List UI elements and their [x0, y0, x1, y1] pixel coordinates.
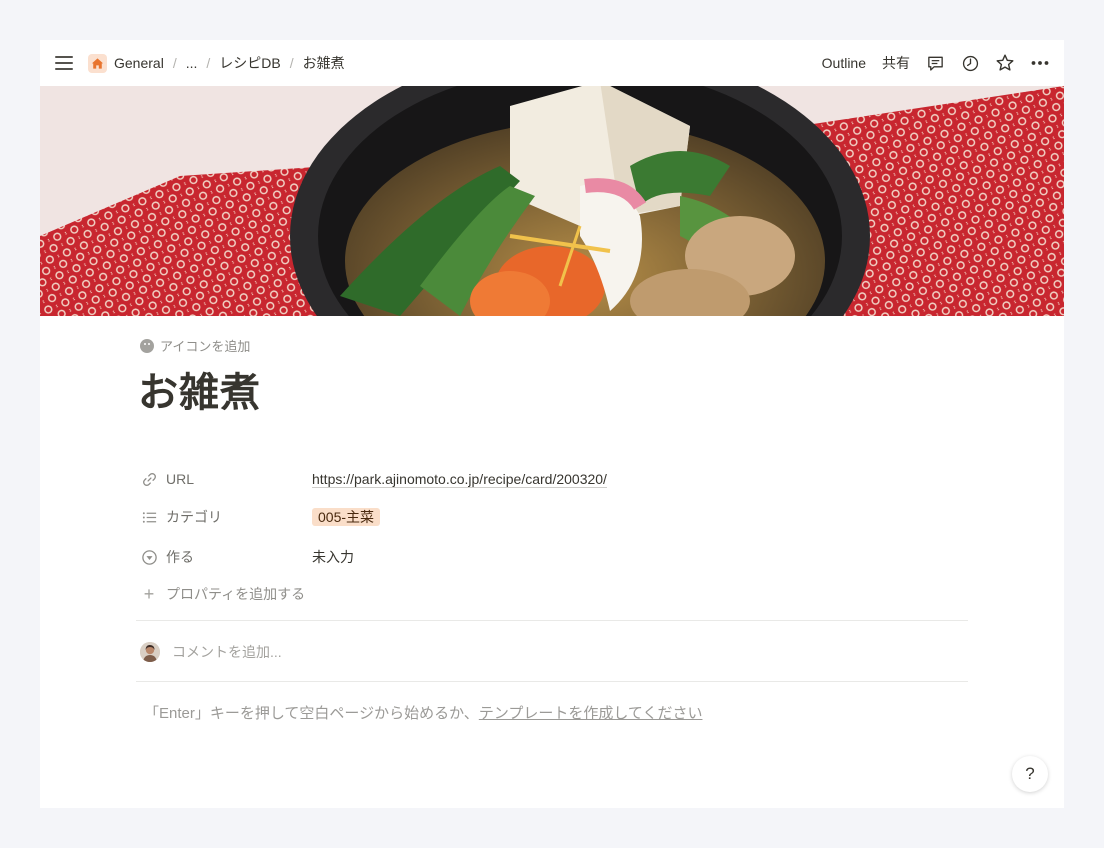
- property-row-make[interactable]: 作る 未入力: [140, 544, 960, 570]
- property-name-make[interactable]: 作る: [140, 547, 312, 567]
- url-value-link[interactable]: https://park.ajinomoto.co.jp/recipe/card…: [312, 471, 607, 488]
- help-button[interactable]: ?: [1012, 756, 1048, 792]
- create-template-link[interactable]: テンプレートを作成してください: [479, 705, 703, 722]
- comment-placeholder: コメントを追加...: [172, 644, 282, 660]
- breadcrumb-item-recipe-db[interactable]: レシピDB: [219, 53, 280, 73]
- empty-page-hint: 「Enter」キーを押して空白ページから始めるか、テンプレートを作成してください: [144, 702, 702, 723]
- link-icon: [140, 470, 158, 488]
- avatar: [140, 642, 160, 662]
- breadcrumb-separator: /: [206, 55, 211, 71]
- property-name-category[interactable]: カテゴリ: [140, 507, 312, 527]
- top-bar: General / ... / レシピDB / お雑煮 Outline 共有: [40, 40, 1064, 86]
- property-label: カテゴリ: [166, 509, 222, 525]
- empty-page-hint-text: 「Enter」キーを押して空白ページから始めるか、: [144, 705, 479, 722]
- history-icon[interactable]: [960, 53, 980, 73]
- divider: [136, 620, 968, 621]
- property-name-url[interactable]: URL: [140, 470, 312, 488]
- home-icon: [88, 53, 107, 73]
- list-icon: [140, 508, 158, 526]
- comment-icon[interactable]: [925, 53, 945, 73]
- divider: [136, 681, 968, 682]
- property-row-url[interactable]: URL https://park.ajinomoto.co.jp/recipe/…: [140, 466, 960, 492]
- breadcrumb: General / ... / レシピDB / お雑煮: [88, 40, 345, 86]
- status-icon: [140, 548, 158, 566]
- breadcrumb-item-ellipsis[interactable]: ...: [186, 55, 198, 71]
- add-property-button[interactable]: + プロパティを追加する: [140, 584, 305, 604]
- breadcrumb-separator: /: [172, 55, 177, 71]
- add-icon-button[interactable]: アイコンを追加: [140, 336, 250, 355]
- comment-input[interactable]: コメントを追加...: [140, 642, 960, 662]
- property-label: URL: [166, 471, 195, 487]
- breadcrumb-item-current-page[interactable]: お雑煮: [303, 53, 345, 73]
- cover-image[interactable]: [40, 86, 1064, 316]
- page-title[interactable]: お雑煮: [138, 360, 261, 418]
- add-icon-label: アイコンを追加: [160, 339, 251, 354]
- breadcrumb-separator: /: [289, 55, 294, 71]
- add-property-label: プロパティを追加する: [166, 586, 306, 602]
- make-value-empty[interactable]: 未入力: [312, 547, 354, 567]
- more-icon[interactable]: [1030, 53, 1050, 73]
- breadcrumb-item-general[interactable]: General: [114, 55, 164, 71]
- smiley-icon: [140, 338, 154, 353]
- share-button[interactable]: 共有: [882, 53, 910, 73]
- star-icon[interactable]: [995, 53, 1015, 73]
- property-row-category[interactable]: カテゴリ 005-主菜: [140, 504, 960, 530]
- plus-icon: +: [143, 584, 155, 604]
- category-tag[interactable]: 005-主菜: [312, 508, 381, 526]
- header-actions: Outline 共有: [806, 40, 1050, 86]
- sidebar-menu-icon[interactable]: [52, 52, 76, 74]
- outline-button[interactable]: Outline: [822, 55, 866, 71]
- property-label: 作る: [166, 549, 194, 565]
- notion-window: General / ... / レシピDB / お雑煮 Outline 共有 ア…: [40, 40, 1064, 808]
